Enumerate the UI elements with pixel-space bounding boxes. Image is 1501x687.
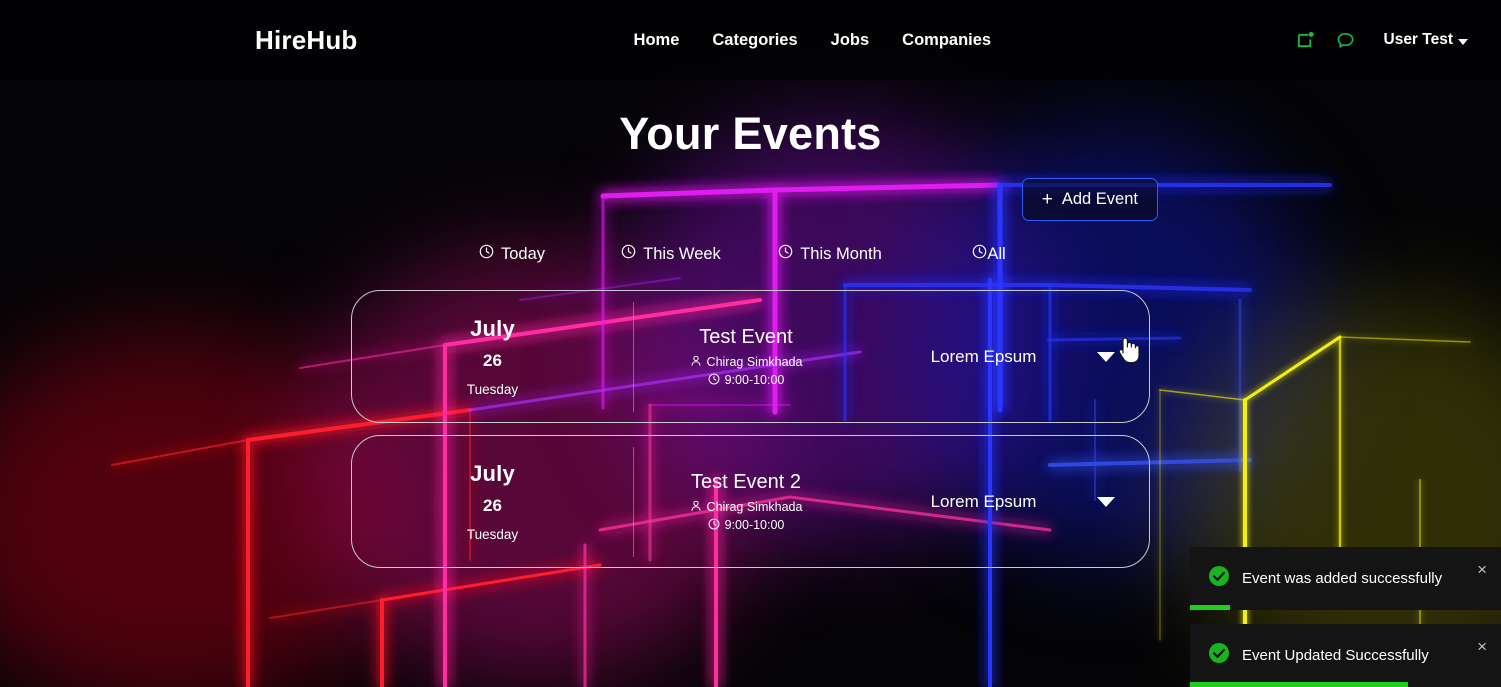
toast-progress-bar bbox=[1190, 605, 1231, 610]
chat-bubble-icon[interactable] bbox=[1336, 31, 1355, 50]
event-title: Test Event bbox=[699, 325, 793, 348]
page-title: Your Events bbox=[619, 108, 882, 159]
toast-message: Event was added successfully bbox=[1242, 569, 1443, 587]
filter-tab-label: This Month bbox=[800, 244, 882, 263]
event-card[interactable]: July 26 Tuesday Test Event Chirag Simkha… bbox=[351, 290, 1150, 423]
brand-logo[interactable]: HireHub bbox=[255, 25, 358, 56]
toast-message: Event Updated Successfully bbox=[1242, 646, 1429, 664]
toast-notification: Event Updated Successfully × bbox=[1190, 624, 1501, 687]
toast-notification: Event was added successfully × bbox=[1190, 547, 1501, 610]
person-icon bbox=[690, 500, 702, 515]
add-event-row: + Add Event bbox=[0, 178, 1501, 221]
event-time: 9:00-10:00 bbox=[724, 373, 785, 387]
event-info: Test Event Chirag Simkhada 9:00-10:00 bbox=[634, 326, 858, 388]
event-time-row: 9:00-10:00 bbox=[634, 373, 858, 388]
event-organizer-row: Chirag Simkhada bbox=[634, 500, 858, 515]
event-info: Test Event 2 Chirag Simkhada 9:00-10:00 bbox=[634, 471, 858, 533]
event-day: 26 bbox=[483, 496, 502, 515]
event-filter-tabs: Today This Week This Month All bbox=[0, 240, 1501, 268]
header-actions: User Test bbox=[1296, 31, 1472, 50]
event-title: Test Event 2 bbox=[690, 470, 802, 493]
event-organizer: Chirag Simkhada bbox=[706, 500, 803, 514]
event-weekday: Tuesday bbox=[466, 527, 519, 542]
clock-icon bbox=[972, 244, 987, 264]
primary-navigation: Home Categories Jobs Companies bbox=[634, 31, 992, 50]
events-list: July 26 Tuesday Test Event Chirag Simkha… bbox=[351, 290, 1150, 568]
event-date: July 26 Tuesday bbox=[352, 461, 633, 542]
event-month: July bbox=[470, 461, 515, 486]
nav-item-jobs[interactable]: Jobs bbox=[831, 31, 870, 50]
close-icon[interactable]: × bbox=[1477, 561, 1487, 578]
filter-tab-label: All bbox=[987, 244, 1006, 263]
clock-icon bbox=[708, 518, 720, 533]
event-card[interactable]: July 26 Tuesday Test Event 2 Chirag Simk… bbox=[351, 435, 1150, 568]
main-content: Your Events + Add Event Today This Week bbox=[0, 108, 1501, 568]
chevron-down-icon[interactable] bbox=[1097, 496, 1115, 507]
nav-item-companies[interactable]: Companies bbox=[902, 31, 991, 50]
site-header: HireHub Home Categories Jobs Companies U… bbox=[0, 0, 1501, 80]
filter-tab-this-month[interactable]: This Month bbox=[751, 240, 910, 268]
event-date: July 26 Tuesday bbox=[352, 316, 633, 397]
app-root: HireHub Home Categories Jobs Companies U… bbox=[0, 0, 1501, 687]
add-event-label: Add Event bbox=[1061, 190, 1138, 208]
close-icon[interactable]: × bbox=[1477, 638, 1487, 655]
user-menu[interactable]: User Test bbox=[1383, 31, 1468, 49]
event-month: July bbox=[470, 316, 515, 341]
person-icon bbox=[690, 355, 702, 370]
filter-tab-this-week[interactable]: This Week bbox=[592, 240, 751, 268]
toast-progress-track bbox=[1190, 605, 1501, 610]
clock-icon bbox=[479, 244, 494, 264]
check-circle-icon bbox=[1208, 642, 1230, 669]
filter-tab-label: This Week bbox=[643, 244, 721, 263]
toast-progress-bar bbox=[1190, 682, 1408, 687]
add-event-button[interactable]: + Add Event bbox=[1021, 178, 1158, 221]
check-circle-icon bbox=[1208, 565, 1230, 592]
clock-icon bbox=[621, 244, 636, 264]
chevron-down-icon[interactable] bbox=[1097, 351, 1115, 362]
filter-tab-all[interactable]: All bbox=[910, 240, 1069, 268]
notifications-icon[interactable] bbox=[1296, 31, 1315, 50]
clock-icon bbox=[778, 244, 793, 264]
filter-tab-today[interactable]: Today bbox=[433, 240, 592, 268]
event-time: 9:00-10:00 bbox=[724, 518, 785, 532]
event-day: 26 bbox=[483, 351, 502, 370]
toast-progress-track bbox=[1190, 682, 1501, 687]
nav-item-categories[interactable]: Categories bbox=[712, 31, 797, 50]
clock-icon bbox=[708, 373, 720, 388]
event-organizer: Chirag Simkhada bbox=[706, 355, 803, 369]
filter-tab-label: Today bbox=[500, 244, 546, 263]
event-weekday: Tuesday bbox=[466, 382, 519, 397]
user-menu-label: User Test bbox=[1383, 31, 1454, 48]
event-organizer-row: Chirag Simkhada bbox=[634, 355, 858, 370]
nav-item-home[interactable]: Home bbox=[634, 31, 680, 50]
chevron-down-icon bbox=[1458, 38, 1468, 45]
event-time-row: 9:00-10:00 bbox=[634, 518, 858, 533]
plus-icon: + bbox=[1041, 189, 1053, 210]
toast-container: Event was added successfully × Event Upd… bbox=[1190, 533, 1501, 687]
